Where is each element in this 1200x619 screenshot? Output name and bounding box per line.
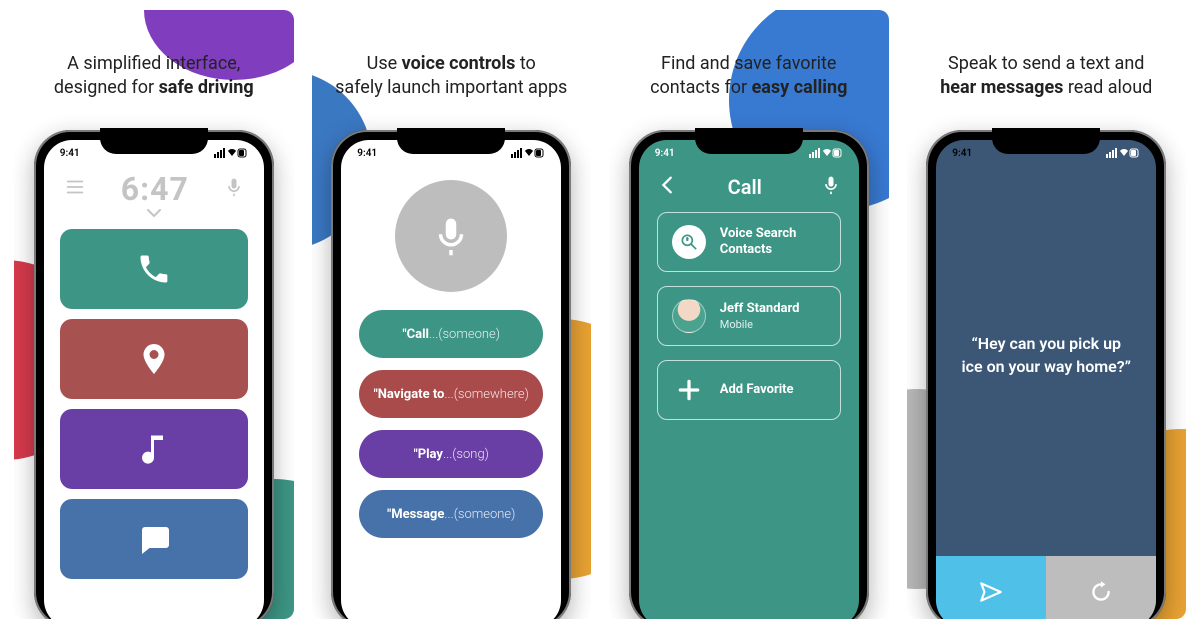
location-tile[interactable] [60,319,248,399]
phone-notch [992,128,1100,154]
phone-screen: 9:41 6:47 [44,140,264,619]
status-time: 9:41 [60,148,80,159]
phone-notch [100,128,208,154]
headline-bold: hear messages [940,77,1063,98]
phone-screen: 9:41 "Call...(someone) "Navigate to...(s… [341,140,561,619]
send-button[interactable] [936,556,1046,619]
command-pill-call[interactable]: "Call...(someone) [359,310,543,358]
message-text: “Hey can you pick up ice on your way hom… [936,332,1156,378]
card-text: Add Favorite [720,382,794,398]
status-icons [1106,148,1140,159]
command-pill-list: "Call...(someone) "Navigate to...(somewh… [341,310,561,538]
redo-icon [1088,579,1114,605]
command-pill-navigate[interactable]: "Navigate to...(somewhere) [359,370,543,418]
tile-grid [44,223,264,585]
phone-mockup: 9:41 "Call...(someone) "Navigate to...(s… [331,130,571,619]
status-time: 9:41 [357,148,377,159]
panel-voice-controls: Use voice controls to safely launch impo… [312,10,592,619]
status-icons [809,148,843,159]
send-icon [978,579,1004,605]
call-title: Call [669,175,821,199]
command-pill-message[interactable]: "Message...(someone) [359,490,543,538]
menu-icon[interactable] [64,176,86,202]
call-header: Call [639,166,859,212]
mic-icon[interactable] [224,177,244,201]
command-hint: ...(someone) [429,327,500,342]
avatar [672,299,706,333]
headline: Find and save favorite contacts for easy… [609,52,889,101]
chevron-down-icon[interactable] [44,204,264,223]
status-time: 9:41 [952,148,972,159]
message-tile[interactable] [60,499,248,579]
voice-search-icon [672,225,706,259]
command-text: "Message [387,507,444,522]
card-title-line2: Contacts [720,242,797,258]
card-text: Jeff Standard Mobile [720,301,800,330]
bottom-bar [936,556,1156,619]
command-hint: ...(somewhere) [444,387,529,402]
headline: A simplified interface, designed for saf… [14,52,294,101]
headline: Speak to send a text and hear messages r… [907,52,1187,101]
status-icons [511,148,545,159]
contact-card[interactable]: Jeff Standard Mobile [657,286,841,346]
status-icons [214,148,248,159]
home-header: 6:47 [44,166,264,208]
headline: Use voice controls to safely launch impo… [312,52,592,101]
panel-simplified-interface: A simplified interface, designed for saf… [14,10,294,619]
voice-mic-button[interactable] [395,180,507,292]
music-tile[interactable] [60,409,248,489]
headline-text-a: Use [367,53,402,74]
voice-search-card[interactable]: Voice Search Contacts [657,212,841,272]
card-text: Voice Search Contacts [720,226,797,259]
command-text: "Play [414,447,443,462]
command-hint: ...(song) [443,447,489,462]
headline-text-c: read aloud [1063,77,1152,98]
redo-button[interactable] [1046,556,1156,619]
headline-text-a: Speak to send a text and [948,53,1144,74]
status-time: 9:41 [655,148,675,159]
headline-bold: safe driving [159,77,254,98]
phone-tile[interactable] [60,229,248,309]
clock-time: 6:47 [86,170,224,208]
phone-notch [695,128,803,154]
headline-bold: voice controls [402,53,516,74]
add-favorite-card[interactable]: Add Favorite [657,360,841,420]
panel-favorite-contacts: Find and save favorite contacts for easy… [609,10,889,619]
phone-mockup: 9:41 Call Voice Search Contacts [629,130,869,619]
command-hint: ...(someone) [444,507,515,522]
mic-icon[interactable] [821,175,841,199]
card-title-line1: Voice Search [720,226,797,242]
contact-type: Mobile [720,318,800,331]
command-text: "Navigate to [374,387,445,402]
phone-notch [397,128,505,154]
headline-bold: easy calling [752,77,848,98]
add-favorite-label: Add Favorite [720,382,794,398]
contact-card-list: Voice Search Contacts Jeff Standard Mobi… [639,212,859,420]
command-text: "Call [403,327,429,342]
phone-screen: 9:41 Call Voice Search Contacts [639,140,859,619]
phone-mockup: 9:41 6:47 [34,130,274,619]
command-pill-play[interactable]: "Play...(song) [359,430,543,478]
contact-name: Jeff Standard [720,301,800,317]
phone-screen: 9:41 “Hey can you pick up ice on your wa… [936,140,1156,619]
phone-mockup: 9:41 “Hey can you pick up ice on your wa… [926,130,1166,619]
panel-speak-to-send: Speak to send a text and hear messages r… [907,10,1187,619]
plus-icon [672,373,706,407]
